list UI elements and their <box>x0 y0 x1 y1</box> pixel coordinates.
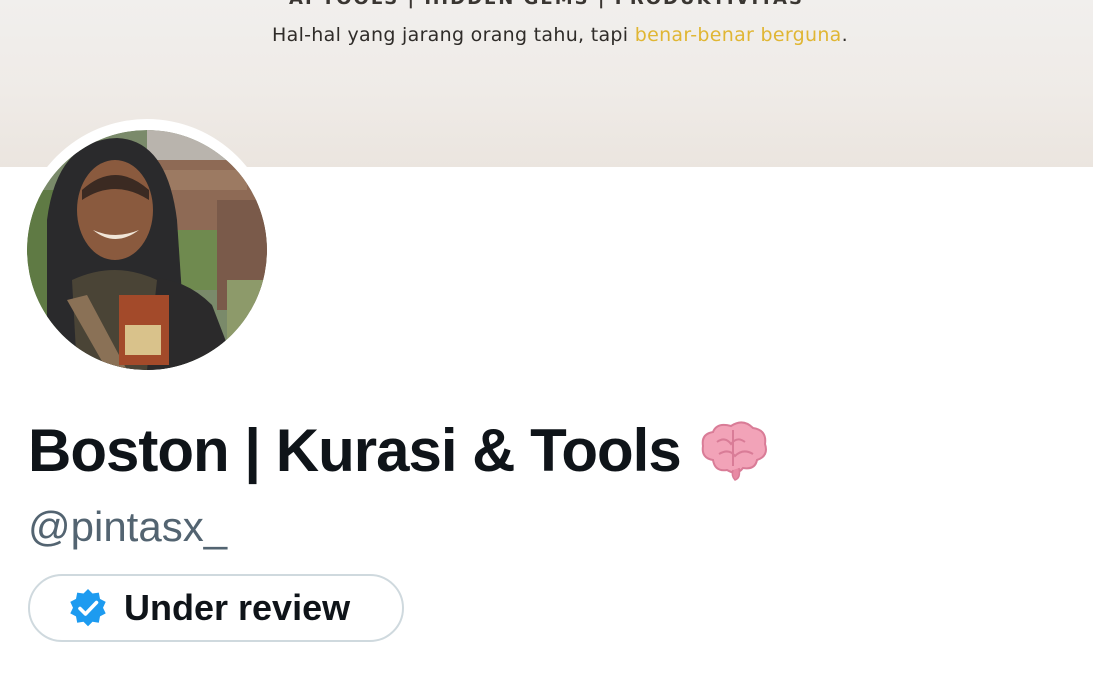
avatar-photo <box>27 130 267 370</box>
profile-page: AI TOOLS | HIDDEN GEMS | PRODUKTIVITAS H… <box>0 0 1093 684</box>
banner-tagline: Hal-hal yang jarang orang tahu, tapi ben… <box>0 24 1093 46</box>
display-name-text: Boston | Kurasi & Tools <box>28 417 682 484</box>
banner-tagline-suffix: . <box>841 24 848 46</box>
verification-status-button[interactable]: Under review <box>28 574 404 642</box>
verified-badge-icon <box>68 588 108 628</box>
profile-handle: @pintasx_ <box>28 503 228 550</box>
display-name: Boston | Kurasi & Tools <box>28 416 769 485</box>
banner-top-line: AI TOOLS | HIDDEN GEMS | PRODUKTIVITAS <box>0 0 1093 9</box>
avatar[interactable] <box>27 130 267 370</box>
banner-tagline-prefix: Hal-hal yang jarang orang tahu, tapi <box>272 24 635 46</box>
banner-tagline-highlight: benar-benar berguna <box>634 24 842 46</box>
verification-status-label: Under review <box>124 587 351 628</box>
brain-icon <box>699 420 769 482</box>
